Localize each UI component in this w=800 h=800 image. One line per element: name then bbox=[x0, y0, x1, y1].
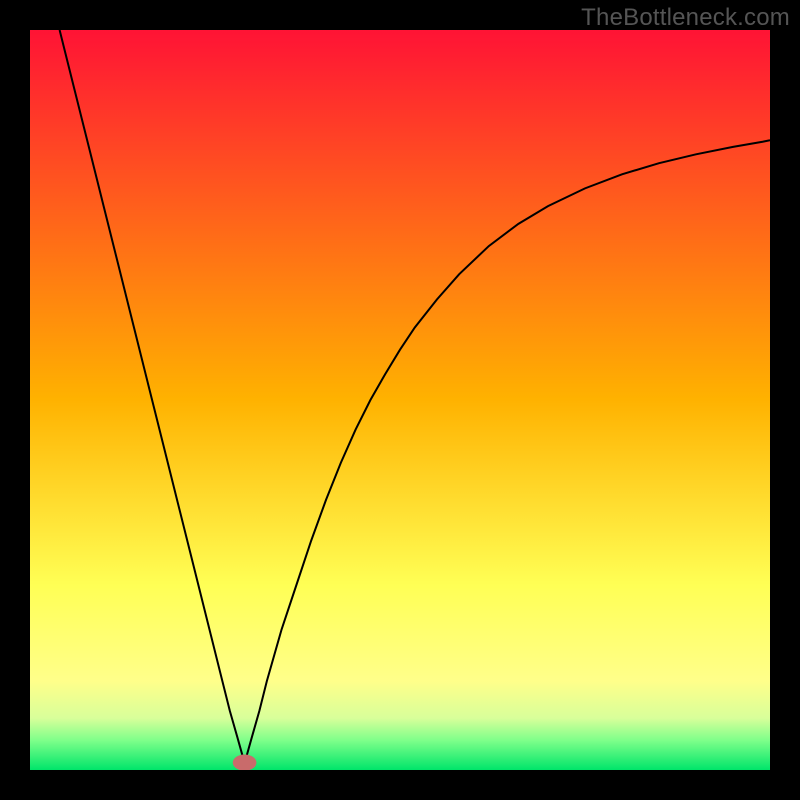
gradient-background bbox=[30, 30, 770, 770]
chart-svg bbox=[30, 30, 770, 770]
minimum-marker bbox=[233, 754, 257, 770]
watermark-text: TheBottleneck.com bbox=[581, 4, 790, 32]
chart-canvas: TheBottleneck.com bbox=[0, 0, 800, 800]
plot-area bbox=[30, 30, 770, 770]
